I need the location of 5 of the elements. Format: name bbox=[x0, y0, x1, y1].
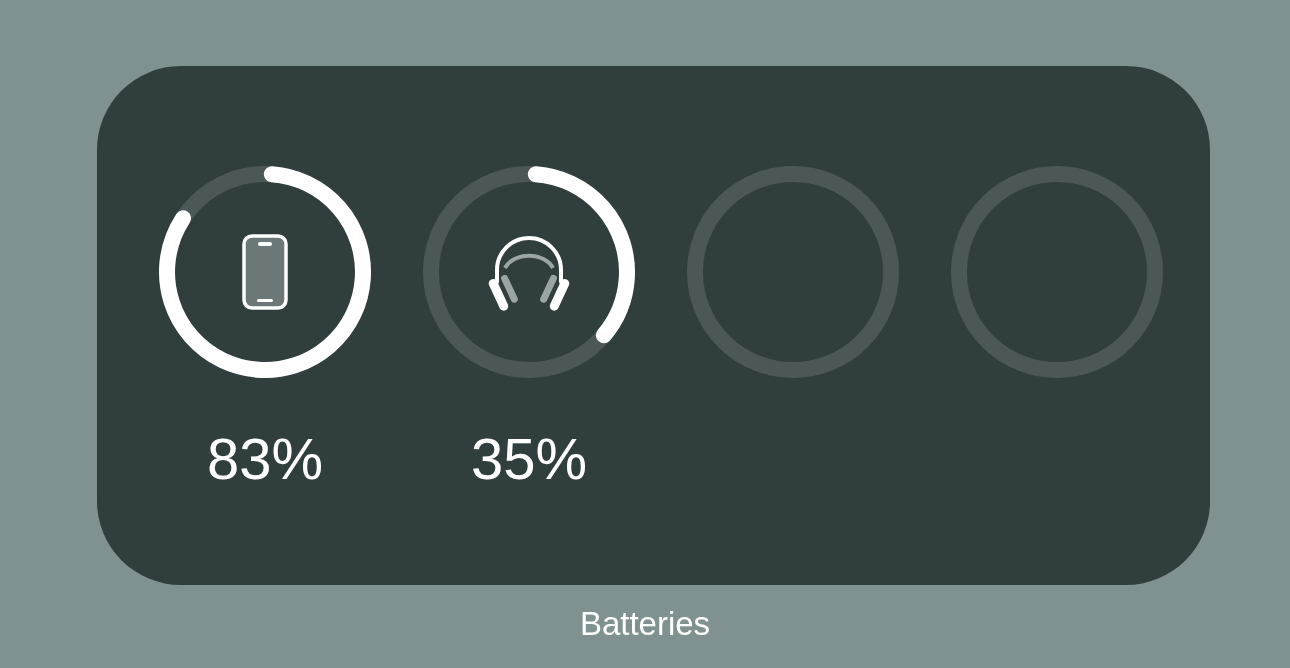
battery-percentage: 83% bbox=[206, 430, 324, 488]
phone-icon bbox=[242, 234, 288, 310]
headphones-icon bbox=[487, 236, 571, 313]
widget-label: Batteries bbox=[579, 607, 711, 640]
battery-percentage: 35% bbox=[470, 430, 588, 488]
